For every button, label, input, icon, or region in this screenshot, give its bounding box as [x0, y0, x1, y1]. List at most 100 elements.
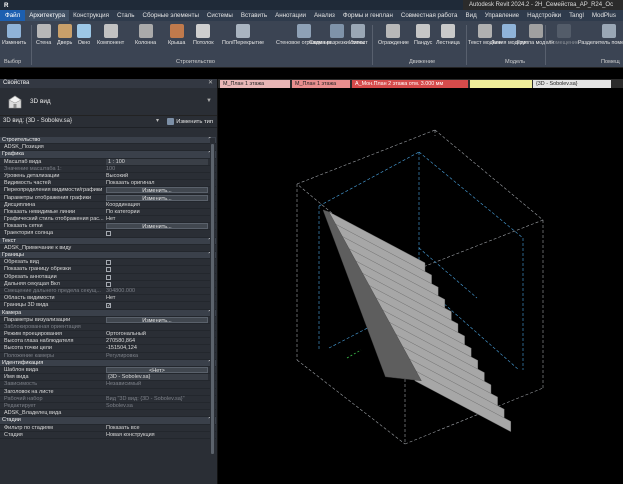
project-tab-4[interactable]: {3D - Sobolev.sa} [533, 80, 611, 88]
ribbon-button-4[interactable]: Компонент [97, 24, 124, 58]
app-logo-icon[interactable]: R [0, 0, 12, 11]
property-checkbox[interactable] [106, 260, 111, 266]
menu-item-3[interactable]: Сталь [113, 10, 139, 21]
property-value-cell[interactable]: {3D - Sobolev.sa} [104, 374, 208, 381]
property-value-cell[interactable]: Показать оригинал [104, 180, 208, 186]
menu-item-10[interactable]: Совместная работа [397, 10, 462, 21]
property-value-cell[interactable]: Изменить... [104, 223, 208, 229]
menu-item-2[interactable]: Конструкция [69, 10, 113, 21]
property-value-cell[interactable] [104, 281, 208, 287]
ribbon-button-13[interactable]: Пандус [414, 24, 432, 58]
ribbon-button-2[interactable]: Дверь [57, 24, 72, 58]
edit-button[interactable]: Изменить... [106, 316, 208, 323]
edit-button[interactable]: Изменить... [106, 187, 208, 194]
project-tab-3[interactable] [470, 80, 532, 88]
property-checkbox[interactable] [106, 267, 111, 273]
property-value-cell[interactable] [104, 230, 208, 237]
property-value-cell[interactable]: Показать все [104, 425, 208, 431]
ribbon-button-0[interactable]: Изменить [2, 24, 26, 58]
ribbon-button-7[interactable]: Потолок [193, 24, 214, 58]
property-section[interactable]: Графика⌃ [0, 151, 216, 159]
menu-item-12[interactable]: Управление [481, 10, 523, 21]
view-selector[interactable]: 3D вид: {3D - Sobolev.sa} ▾ [3, 117, 163, 126]
menu-item-11[interactable]: Вид [462, 10, 481, 21]
property-value-cell[interactable]: Вид "3D вид: {3D - Sobolev.sa}" [104, 396, 208, 402]
property-checkbox[interactable] [106, 274, 111, 280]
menu-item-5[interactable]: Системы [203, 10, 237, 21]
property-section[interactable]: Строительство⌃ [0, 137, 216, 145]
property-value-cell[interactable] [104, 245, 208, 251]
property-value-cell[interactable]: <Нет> [104, 367, 208, 373]
ribbon-button-18[interactable]: Помещение [549, 24, 579, 58]
property-value-cell[interactable] [104, 302, 208, 309]
property-value-cell[interactable] [104, 274, 208, 280]
project-tab-2[interactable]: А_Мон.План 2 этажа отм. 3.000 мм [352, 80, 468, 88]
ribbon-button-3[interactable]: Окно [77, 24, 91, 58]
menu-item-0[interactable]: Файл [0, 10, 26, 21]
ribbon-button-19[interactable]: Разделитель помещений [578, 24, 623, 58]
property-checkbox[interactable] [106, 281, 111, 287]
menu-item-1[interactable]: Архитектура [25, 10, 70, 21]
ribbon-button-12[interactable]: Ограждение [378, 24, 409, 58]
edit-button[interactable]: Изменить... [106, 194, 208, 201]
edit-type-button[interactable]: Изменить тип [167, 118, 213, 125]
3d-viewport[interactable] [219, 88, 623, 484]
project-tab-0[interactable]: М_План 1 этажа [220, 80, 290, 88]
property-value-cell[interactable] [104, 144, 208, 150]
menu-item-15[interactable]: ModPlus [588, 10, 620, 21]
property-checkbox[interactable] [106, 231, 111, 237]
property-value-cell[interactable] [104, 389, 208, 395]
property-value-cell[interactable]: Sobolev.sa [104, 403, 208, 409]
property-section[interactable]: Стадии⌃ [0, 417, 216, 425]
property-value-cell[interactable] [104, 266, 208, 273]
menu-item-7[interactable]: Аннотации [271, 10, 310, 21]
property-section[interactable]: Текст⌃ [0, 237, 216, 245]
ribbon-button-14[interactable]: Лестница [436, 24, 460, 58]
property-value-cell[interactable]: 304800.000 [104, 288, 208, 294]
scrollbar-thumb[interactable] [211, 144, 214, 454]
menu-item-8[interactable]: Анализ [310, 10, 339, 21]
chevron-down-icon[interactable]: ▼ [206, 98, 212, 104]
property-value-cell[interactable]: 1 : 100 [104, 158, 208, 165]
ribbon-button-8[interactable]: Пол/Перекрытие [222, 24, 264, 58]
property-value-cell[interactable]: Независимый [104, 381, 208, 387]
property-value-cell[interactable]: Высокий [104, 173, 208, 179]
properties-scrollbar[interactable] [210, 138, 215, 468]
property-value-cell[interactable] [104, 259, 208, 266]
property-section[interactable]: Камера⌃ [0, 309, 216, 317]
ribbon-button-11[interactable]: Импост [349, 24, 368, 58]
menu-item-13[interactable]: Надстройки [523, 10, 565, 21]
edit-button[interactable]: Изменить... [106, 223, 208, 229]
property-value-cell[interactable]: Изменить... [104, 187, 208, 194]
menu-item-4[interactable]: Сборные элементы [139, 10, 203, 21]
menu-item-14[interactable]: Tangl [565, 10, 588, 21]
property-value-cell[interactable]: 100 [104, 166, 208, 172]
3d-scene[interactable] [219, 88, 623, 484]
ribbon-button-1[interactable]: Стена [36, 24, 51, 58]
menu-item-6[interactable]: Вставить [237, 10, 271, 21]
edit-button[interactable]: <Нет> [106, 367, 208, 373]
property-value-cell[interactable]: -151504,124 [104, 345, 208, 351]
menu-item-9[interactable]: Формы и генплан [339, 10, 397, 21]
property-value-cell[interactable]: Новая конструкция [104, 432, 208, 438]
property-row: Фильтр по стадиям Показать все [0, 425, 216, 432]
property-section[interactable]: Идентификация⌃ [0, 359, 216, 367]
ribbon-button-5[interactable]: Колонна [135, 24, 156, 58]
property-value-cell[interactable]: Нет [104, 216, 208, 222]
property-value-cell[interactable]: Изменить... [104, 194, 208, 201]
close-icon[interactable]: ✕ [208, 79, 213, 88]
property-section[interactable]: Границы⌃ [0, 252, 216, 260]
property-value-cell[interactable]: 270580,864 [104, 338, 208, 344]
property-value-cell[interactable] [104, 324, 208, 330]
property-value-cell[interactable]: Изменить... [104, 316, 208, 323]
ribbon-button-6[interactable]: Крыша [168, 24, 185, 58]
property-value-cell[interactable] [104, 410, 208, 416]
project-tab-1[interactable]: М_План 1 этажа [292, 80, 350, 88]
property-value-cell[interactable]: Нет [104, 295, 208, 301]
property-value-cell[interactable]: Регулировка [104, 353, 208, 359]
property-value-cell[interactable]: Ортогональный [104, 331, 208, 337]
property-value-cell[interactable]: По категории [104, 209, 208, 215]
property-checkbox[interactable] [106, 303, 111, 309]
property-value-cell[interactable]: Координация [104, 202, 208, 208]
type-selector[interactable]: 3D вид ▼ [0, 88, 217, 116]
